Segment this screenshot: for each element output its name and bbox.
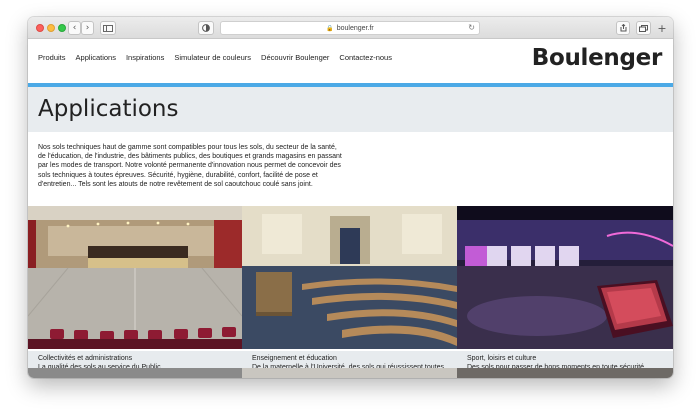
browser-window: ‹ › 🔒 boulenger.fr ↻ + Produits Applicat… [28, 17, 673, 378]
next-card-image[interactable] [28, 368, 242, 378]
next-card-image[interactable] [457, 368, 673, 378]
sidebar-toggle-button[interactable] [100, 21, 116, 35]
nav-item-simulateur[interactable]: Simulateur de couleurs [174, 53, 251, 62]
lock-icon: 🔒 [326, 25, 334, 32]
tabs-overview-button[interactable] [636, 21, 651, 35]
back-button[interactable]: ‹ [68, 21, 81, 35]
reader-button[interactable] [198, 21, 214, 35]
nav-item-produits[interactable]: Produits [38, 53, 66, 62]
card-image-enseignement[interactable] [242, 206, 457, 349]
chevron-right-icon: › [85, 23, 90, 33]
page-title: Applications [38, 96, 179, 122]
plus-icon: + [657, 21, 667, 35]
address-bar[interactable]: 🔒 boulenger.fr ↻ [220, 21, 480, 35]
applications-grid [28, 206, 673, 349]
main-navigation: Produits Applications Inspirations Simul… [38, 53, 392, 62]
privacy-shield-icon [202, 24, 210, 32]
zoom-window-button[interactable] [58, 24, 66, 32]
url-text: boulenger.fr [336, 24, 374, 32]
card-title: Collectivités et administrations [38, 355, 133, 362]
nav-item-decouvrir[interactable]: Découvrir Boulenger [261, 53, 329, 62]
chevron-left-icon: ‹ [72, 23, 77, 33]
share-button[interactable] [616, 21, 630, 35]
close-window-button[interactable] [36, 24, 44, 32]
minimize-window-button[interactable] [47, 24, 55, 32]
next-card-image[interactable] [242, 368, 457, 378]
forward-button[interactable]: › [81, 21, 94, 35]
sidebar-icon [103, 24, 113, 32]
tabs-icon [639, 24, 648, 32]
reload-icon[interactable]: ↻ [468, 23, 475, 32]
next-row-images [28, 368, 673, 378]
card-image-sport[interactable] [457, 206, 673, 349]
browser-toolbar: ‹ › 🔒 boulenger.fr ↻ + [28, 17, 673, 39]
page-hero: Applications [28, 87, 673, 132]
web-page: Produits Applications Inspirations Simul… [28, 39, 673, 378]
nav-item-contact[interactable]: Contactez-nous [339, 53, 392, 62]
share-icon [620, 24, 626, 32]
new-tab-button[interactable]: + [656, 21, 668, 35]
nav-item-inspirations[interactable]: Inspirations [126, 53, 164, 62]
desktop: ‹ › 🔒 boulenger.fr ↻ + Produits Applicat… [0, 0, 700, 414]
nav-item-applications[interactable]: Applications [76, 53, 116, 62]
card-title: Enseignement et éducation [252, 355, 337, 362]
card-title: Sport, loisirs et culture [467, 355, 537, 362]
site-logo[interactable]: Boulenger [532, 45, 663, 71]
intro-paragraph: Nos sols techniques haut de gamme sont c… [38, 144, 342, 188]
card-image-collectivites[interactable] [28, 206, 242, 349]
